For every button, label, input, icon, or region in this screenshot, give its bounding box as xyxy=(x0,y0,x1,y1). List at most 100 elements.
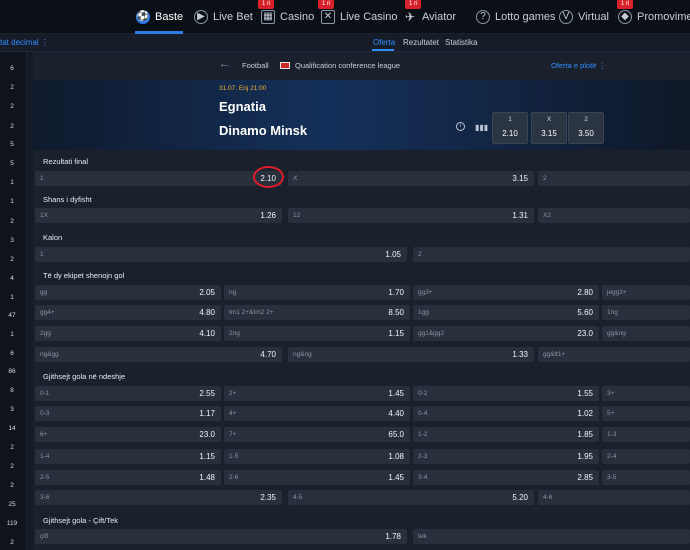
nav-live-casino-label: Live Casino xyxy=(340,11,398,23)
header-odds-1[interactable]: 1 2.10 xyxy=(492,112,528,144)
nav-baste-label: Baste xyxy=(155,11,184,23)
odds-cell[interactable]: 2ng 1.15 xyxy=(224,326,410,341)
odds-cell[interactable]: 2+ 1.45 xyxy=(224,386,410,401)
stats-icon[interactable]: ▮▮▮ xyxy=(475,123,488,132)
odds-cell[interactable]: 3-6 2.35 xyxy=(35,490,282,505)
nav-virtual[interactable]: V Virtual xyxy=(559,0,609,34)
sidebar-count[interactable]: 3 xyxy=(0,237,24,244)
sidebar-count[interactable]: 2 xyxy=(0,218,24,225)
odds-cell[interactable]: gg1&gg2 23.0 xyxy=(413,326,599,341)
odds-cell[interactable]: 1-2 1.85 xyxy=(413,427,599,442)
odds-cell[interactable]: 0-2 1.55 xyxy=(413,386,599,401)
odds-cell[interactable]: 0-1 2.55 xyxy=(35,386,221,401)
sidebar-count[interactable]: 5 xyxy=(0,160,24,167)
odds-cell[interactable]: ng 1.70 xyxy=(224,285,410,300)
header-odds-2[interactable]: 2 3.50 xyxy=(568,112,604,144)
odds-label: X xyxy=(293,175,298,182)
sidebar-count[interactable]: 2 xyxy=(0,84,24,91)
odds-cell[interactable]: gg&lt1+ xyxy=(538,347,690,362)
sidebar-count[interactable]: 2 xyxy=(0,123,24,130)
odds-cell[interactable]: gg 2.05 xyxy=(35,285,221,300)
breadcrumb-league[interactable]: Qualification conference league xyxy=(295,61,400,70)
odds-cell[interactable]: X2 xyxy=(538,208,690,223)
odds-label: 3-6 xyxy=(40,494,50,501)
odds-label: jegg3+ xyxy=(607,289,627,296)
sidebar-count[interactable]: 3 xyxy=(0,406,24,413)
odds-cell[interactable]: 2-6 1.45 xyxy=(224,470,410,485)
header-odds-x[interactable]: X 3.15 xyxy=(531,112,567,144)
sidebar-count[interactable]: 2 xyxy=(0,444,24,451)
odds-cell[interactable]: X 3.15 xyxy=(288,171,534,186)
sidebar-count[interactable]: 5 xyxy=(0,141,24,148)
odds-cell[interactable]: 1-5 1.08 xyxy=(224,449,410,464)
sidebar-count[interactable]: 1 xyxy=(0,179,24,186)
odds-cell[interactable]: 0-3 1.17 xyxy=(35,406,221,421)
odds-cell[interactable]: 2-3 1.95 xyxy=(413,449,599,464)
nav-lotto-games[interactable]: ? Lotto games xyxy=(476,0,556,34)
sidebar-count[interactable]: 1 xyxy=(0,294,24,301)
odds-cell[interactable]: 4-6 xyxy=(538,490,690,505)
odds-cell[interactable]: ng&gg 4.70 xyxy=(35,347,282,362)
sidebar-count[interactable]: 2 xyxy=(0,539,24,546)
odds-cell[interactable]: 1gg 5.60 xyxy=(413,305,599,320)
odds-cell[interactable]: 3-5 xyxy=(602,470,690,485)
back-arrow-icon[interactable]: ← xyxy=(219,58,230,70)
odds-format-dropdown[interactable]: tat decimal ⋮ xyxy=(0,38,49,47)
odds-cell[interactable]: ng&ng 1.33 xyxy=(288,347,534,362)
sidebar-count[interactable]: 14 xyxy=(0,425,24,432)
odds-cell[interactable]: 2 xyxy=(413,247,690,262)
odds-cell[interactable]: gg3+ 2.80 xyxy=(413,285,599,300)
sidebar-count[interactable]: 4 xyxy=(0,275,24,282)
odds-cell[interactable]: gg&ng xyxy=(602,326,690,341)
odds-cell[interactable]: 3+ xyxy=(602,386,690,401)
breadcrumb-sport[interactable]: Football xyxy=(242,61,269,70)
sidebar-count[interactable]: 1 xyxy=(0,198,24,205)
odds-cell[interactable]: 0-4 1.02 xyxy=(413,406,599,421)
sidebar-count[interactable]: 2 xyxy=(0,256,24,263)
sidebar-count[interactable]: 47 xyxy=(0,312,24,319)
odds-cell[interactable]: 2-4 xyxy=(602,449,690,464)
info-icon[interactable]: i xyxy=(456,122,465,131)
tab-statistika[interactable]: Statistika xyxy=(445,38,477,47)
odds-cell[interactable]: 1 1.05 xyxy=(35,247,407,262)
odds-cell[interactable]: 1-3 xyxy=(602,427,690,442)
sidebar-count[interactable]: 86 xyxy=(0,368,24,375)
sidebar-count[interactable]: 119 xyxy=(0,520,24,527)
sidebar-count[interactable]: 1 xyxy=(0,331,24,338)
odds-cell[interactable]: 1X 1.26 xyxy=(35,208,282,223)
nav-baste[interactable]: ⚽ Baste xyxy=(136,0,183,34)
full-offer-link[interactable]: Oferta e plotë ⋮ xyxy=(551,61,606,70)
sidebar-count[interactable]: 25 xyxy=(0,501,24,508)
sidebar-count[interactable]: 6 xyxy=(0,350,24,357)
odds-cell[interactable]: 1-4 1.15 xyxy=(35,449,221,464)
odds-cell[interactable]: 2 xyxy=(538,171,690,186)
odds-cell[interactable]: 12 1.31 xyxy=(288,208,534,223)
sidebar-count[interactable]: 6 xyxy=(0,65,24,72)
odds-cell[interactable]: 6+ 23.0 xyxy=(35,427,221,442)
odds-cell[interactable]: gg4+ 4.80 xyxy=(35,305,221,320)
odds-cell[interactable]: 5+ xyxy=(602,406,690,421)
tab-oferta[interactable]: Oferta xyxy=(373,38,395,47)
odds-cell[interactable]: 2-5 1.48 xyxy=(35,470,221,485)
tab-rezultatet[interactable]: Rezultatet xyxy=(403,38,439,47)
odds-cell[interactable]: jegg3+ xyxy=(602,285,690,300)
odds-cell[interactable]: 2gg 4.10 xyxy=(35,326,221,341)
sidebar-count[interactable]: 2 xyxy=(0,482,24,489)
odds-cell[interactable]: tm1 2+&tm2 2+ 8.50 xyxy=(224,305,410,320)
nav-live-bet[interactable]: ▶ Live Bet xyxy=(194,0,253,34)
odds-cell[interactable]: 1 2.10 xyxy=(35,171,282,186)
odds-cell[interactable]: 3-4 2.85 xyxy=(413,470,599,485)
odds-cell[interactable]: tek xyxy=(413,529,690,544)
odds-cell[interactable]: 1ng xyxy=(602,305,690,320)
away-team: Dinamo Minsk xyxy=(219,123,308,138)
odds-cell[interactable]: çift 1.78 xyxy=(35,529,407,544)
sidebar-count[interactable]: 2 xyxy=(0,463,24,470)
header-odds-value: 3.15 xyxy=(541,129,557,138)
sidebar-count[interactable]: 8 xyxy=(0,387,24,394)
sidebar-count[interactable]: 2 xyxy=(0,103,24,110)
odds-cell[interactable]: 4-5 5.20 xyxy=(288,490,534,505)
odds-cell[interactable]: 4+ 4.40 xyxy=(224,406,410,421)
odds-label: 1X xyxy=(40,212,48,219)
odds-label: gg&ng xyxy=(607,330,626,337)
odds-cell[interactable]: 7+ 65.0 xyxy=(224,427,410,442)
